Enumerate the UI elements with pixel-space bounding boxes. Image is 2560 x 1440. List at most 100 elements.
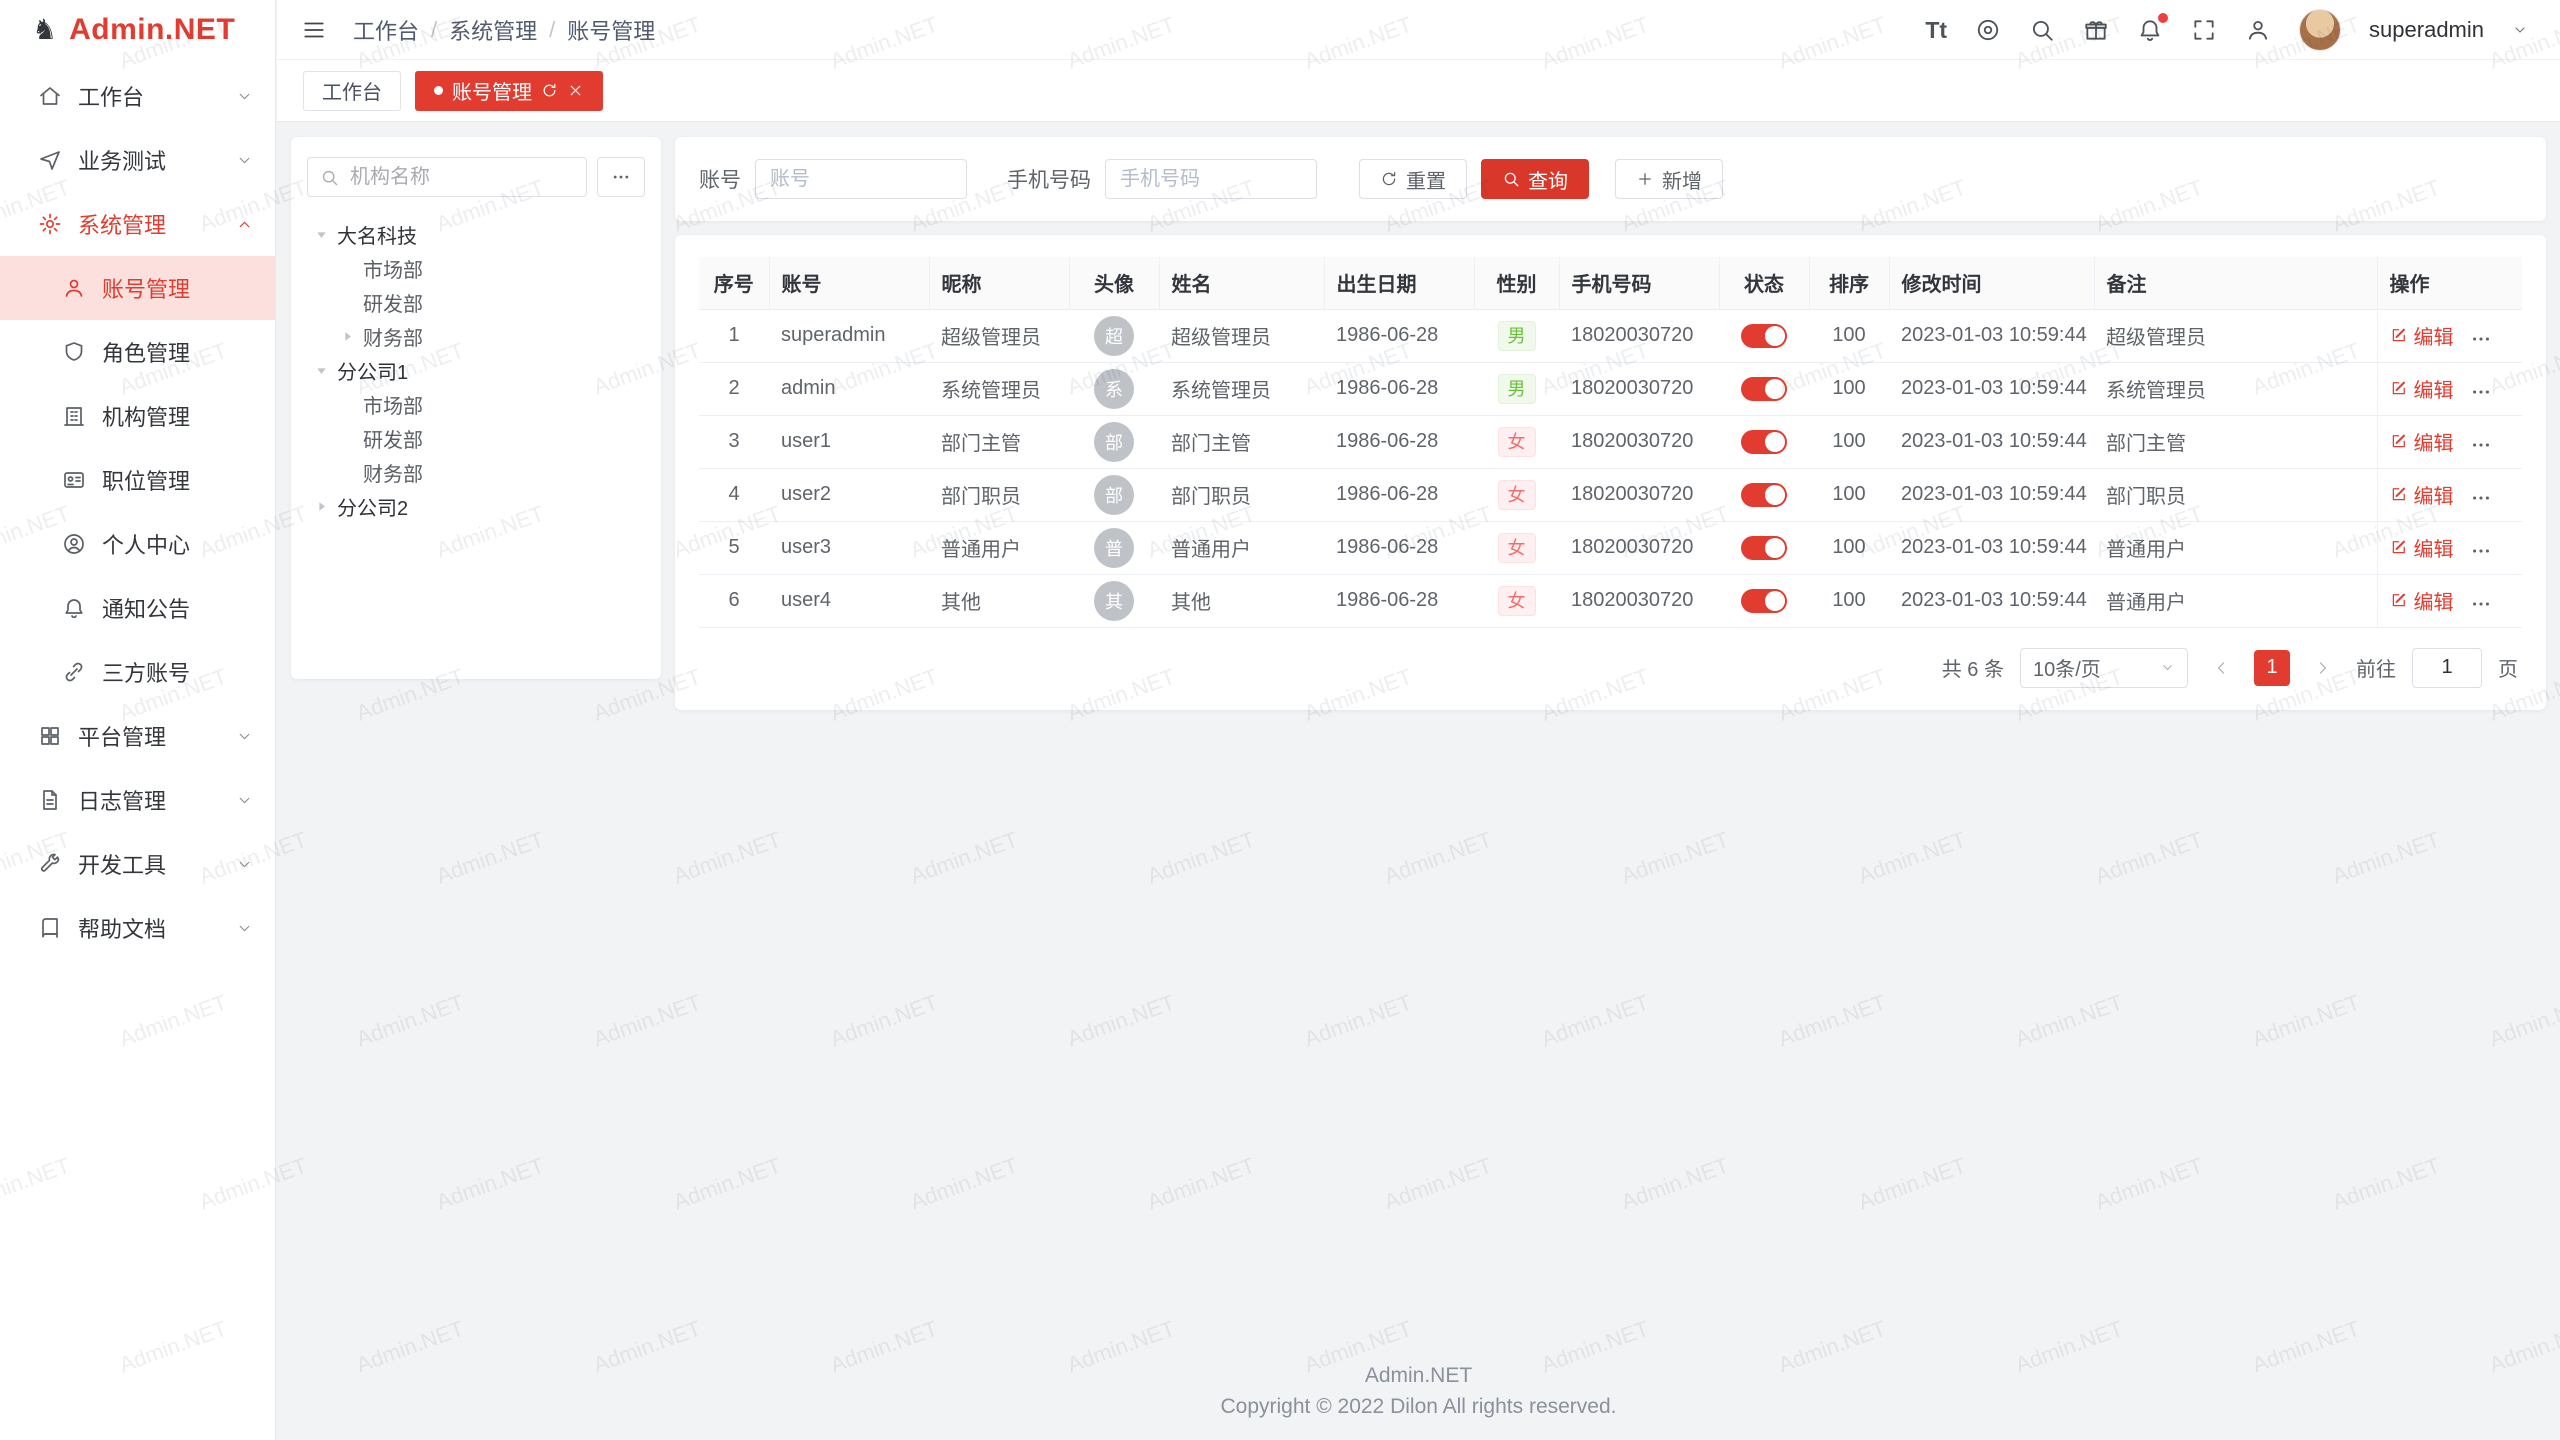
tree-node[interactable]: 市场部: [307, 251, 645, 285]
operation-cell: 编辑: [2377, 415, 2522, 468]
tab-account-manage[interactable]: 账号管理: [415, 71, 603, 111]
page-size-select[interactable]: 10条/页: [2020, 648, 2188, 688]
skin-icon[interactable]: [2083, 17, 2109, 43]
edit-button[interactable]: 编辑: [2390, 480, 2454, 509]
sidebar-item-third-account[interactable]: 三方账号: [0, 640, 275, 704]
sidebar-item-personal-center[interactable]: 个人中心: [0, 512, 275, 576]
current-page[interactable]: 1: [2254, 650, 2290, 686]
status-toggle[interactable]: [1741, 536, 1787, 560]
gender-tag: 男: [1498, 321, 1536, 351]
user-avatar[interactable]: [2299, 9, 2341, 51]
edit-button[interactable]: 编辑: [2390, 533, 2454, 562]
breadcrumb-item-system-manage[interactable]: 系统管理: [449, 14, 537, 46]
reset-button[interactable]: 重置: [1359, 159, 1467, 199]
row-more-button[interactable]: [2470, 593, 2492, 615]
row-more-button[interactable]: [2470, 540, 2492, 562]
caret-down-icon: [313, 362, 330, 379]
menu-toggle-icon[interactable]: [301, 17, 327, 43]
close-tab-icon[interactable]: [567, 82, 584, 99]
tree-node[interactable]: 大名科技: [307, 217, 645, 251]
name-cell: 部门主管: [1159, 415, 1324, 468]
tree-node[interactable]: 市场部: [307, 387, 645, 421]
edit-button[interactable]: 编辑: [2390, 321, 2454, 350]
row-more-button[interactable]: [2470, 381, 2492, 403]
breadcrumb-item-workbench[interactable]: 工作台: [353, 14, 419, 46]
notification-bell[interactable]: [2137, 17, 2163, 43]
sidebar: ♞ Admin.NET 工作台业务测试系统管理账号管理角色管理机构管理职位管理个…: [0, 0, 276, 1440]
edit-button[interactable]: 编辑: [2390, 586, 2454, 615]
edit-button[interactable]: 编辑: [2390, 427, 2454, 456]
account-input[interactable]: [755, 159, 967, 199]
tree-node[interactable]: 财务部: [307, 455, 645, 489]
search-button[interactable]: 查询: [1481, 159, 1589, 199]
tree-node[interactable]: 分公司2: [307, 489, 645, 523]
table-row: 5user3普通用户普普通用户1986-06-28女18020030720100…: [699, 521, 2522, 574]
sidebar-item-org-manage[interactable]: 机构管理: [0, 384, 275, 448]
search-icon[interactable]: [2029, 17, 2055, 43]
row-more-button[interactable]: [2470, 487, 2492, 509]
notification-badge: [2158, 13, 2168, 23]
sidebar-item-label: 通知公告: [102, 592, 253, 624]
account-cell: superadmin: [769, 309, 929, 362]
add-button[interactable]: 新增: [1615, 159, 1723, 199]
sidebar-item-help-docs[interactable]: 帮助文档: [0, 896, 275, 960]
home-icon: [38, 84, 62, 108]
avatar-cell: 部: [1069, 415, 1159, 468]
tree-node[interactable]: 财务部: [307, 319, 645, 353]
table-row: 2admin系统管理员系系统管理员1986-06-28男180200307201…: [699, 362, 2522, 415]
sidebar-item-role-manage[interactable]: 角色管理: [0, 320, 275, 384]
sidebar-item-platform-manage[interactable]: 平台管理: [0, 704, 275, 768]
column-header: 序号: [699, 257, 769, 309]
status-toggle[interactable]: [1741, 589, 1787, 613]
fullscreen-icon[interactable]: [2191, 17, 2217, 43]
font-size-icon[interactable]: Tt: [1925, 17, 1947, 43]
sidebar-item-label: 系统管理: [78, 208, 236, 240]
name-cell: 超级管理员: [1159, 309, 1324, 362]
sidebar-item-system-manage[interactable]: 系统管理: [0, 192, 275, 256]
org-search-input[interactable]: [348, 165, 574, 190]
column-header: 性别: [1474, 257, 1559, 309]
row-more-button[interactable]: [2470, 434, 2492, 456]
edit-button-label: 编辑: [2414, 480, 2454, 509]
edit-icon: [2390, 326, 2408, 344]
goto-page-input[interactable]: [2412, 648, 2482, 688]
brand: ♞ Admin.NET: [0, 0, 275, 60]
org-search: [307, 157, 587, 197]
birth-cell: 1986-06-28: [1324, 521, 1474, 574]
tree-node[interactable]: 分公司1: [307, 353, 645, 387]
tab-workbench[interactable]: 工作台: [303, 71, 401, 111]
name-cell: 部门职员: [1159, 468, 1324, 521]
phone-input[interactable]: [1105, 159, 1317, 199]
sidebar-item-dev-tools[interactable]: 开发工具: [0, 832, 275, 896]
user-menu-chevron-icon[interactable]: [2512, 22, 2528, 38]
sidebar-item-notice[interactable]: 通知公告: [0, 576, 275, 640]
operation-cell: 编辑: [2377, 521, 2522, 574]
breadcrumb-item-account-manage[interactable]: 账号管理: [567, 14, 655, 46]
prev-page-button[interactable]: [2204, 651, 2238, 685]
status-toggle[interactable]: [1741, 483, 1787, 507]
sidebar-item-business-test[interactable]: 业务测试: [0, 128, 275, 192]
toggle-knob: [1765, 485, 1785, 505]
refresh-tab-icon[interactable]: [541, 82, 558, 99]
tree-node[interactable]: 研发部: [307, 421, 645, 455]
column-header: 头像: [1069, 257, 1159, 309]
username[interactable]: superadmin: [2369, 17, 2484, 43]
sidebar-item-log-manage[interactable]: 日志管理: [0, 768, 275, 832]
status-toggle[interactable]: [1741, 430, 1787, 454]
tree-node[interactable]: 研发部: [307, 285, 645, 319]
sidebar-item-label: 工作台: [78, 80, 236, 112]
edit-button[interactable]: 编辑: [2390, 374, 2454, 403]
layout-config-icon[interactable]: [2245, 17, 2271, 43]
theme-icon[interactable]: [1975, 17, 2001, 43]
sidebar-item-workbench[interactable]: 工作台: [0, 64, 275, 128]
next-page-button[interactable]: [2306, 651, 2340, 685]
account-cell: user4: [769, 574, 929, 627]
sidebar-item-position-manage[interactable]: 职位管理: [0, 448, 275, 512]
sidebar-item-account-manage[interactable]: 账号管理: [0, 256, 275, 320]
row-more-button[interactable]: [2470, 328, 2492, 350]
column-header: 手机号码: [1559, 257, 1719, 309]
org-more-button[interactable]: [597, 157, 645, 197]
status-toggle[interactable]: [1741, 377, 1787, 401]
status-toggle[interactable]: [1741, 324, 1787, 348]
edit-button-label: 编辑: [2414, 374, 2454, 403]
